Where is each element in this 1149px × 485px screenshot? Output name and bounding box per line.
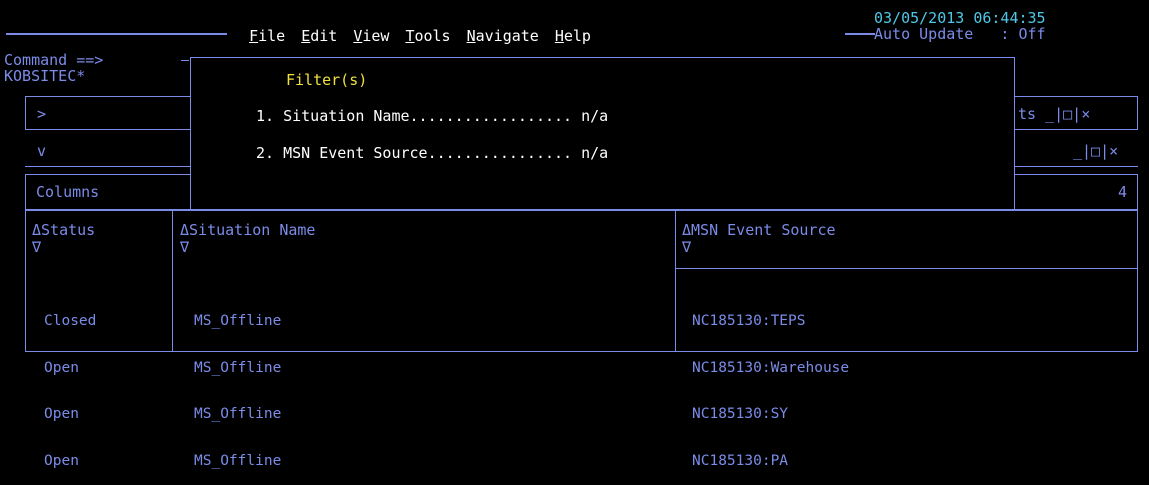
col-header-situation[interactable]: ΔSituation Name ∇ (180, 222, 315, 256)
left-panel-top (25, 96, 191, 130)
auto-update-status[interactable]: Auto Update : Off (874, 25, 1046, 43)
table-row[interactable]: NC185130:Warehouse (692, 360, 849, 377)
col-header-status[interactable]: ΔStatus ∇ (32, 222, 95, 256)
menu-bar: File Edit View Tools Navigate Help (231, 9, 591, 45)
menu-view[interactable]: View (353, 27, 389, 45)
menu-edit[interactable]: Edit (301, 27, 337, 45)
col-header-source[interactable]: ΔMSN Event Source ∇ (682, 222, 836, 256)
source-column: NC185130:TEPS NC185130:Warehouse NC18513… (692, 283, 849, 485)
left-panel-divider (25, 166, 191, 167)
filter-item-number: 2. (256, 144, 275, 162)
header-left-rule (6, 33, 227, 35)
filter-item-number: 1. (256, 107, 275, 125)
table-row[interactable]: Closed (44, 313, 96, 330)
menu-navigate[interactable]: Navigate (467, 27, 539, 45)
table-row[interactable]: MS_Offline (194, 313, 281, 330)
menu-help[interactable]: Help (555, 27, 591, 45)
table-row[interactable]: MS_Offline (194, 360, 281, 377)
right-window-controls-1[interactable]: ts _|□|× (1018, 105, 1090, 123)
table-row[interactable]: NC185130:PA (692, 453, 849, 470)
right-window-controls-2[interactable]: _|□|× (1073, 142, 1118, 160)
table-row[interactable]: Open (44, 406, 96, 423)
expand-arrow[interactable]: > (37, 105, 46, 123)
table-col-divider-1 (172, 210, 173, 352)
right-panel-side (1137, 96, 1138, 130)
status-column: Closed Open Open Open (44, 283, 96, 485)
popup-title: Filter(s) (286, 71, 368, 89)
filter-item-1[interactable]: 1. Situation Name.................. n/a (256, 107, 608, 125)
system-name: KOBSITEC* (4, 67, 86, 85)
table-row[interactable]: Open (44, 360, 96, 377)
table-row[interactable]: Open (44, 453, 96, 470)
columns-label[interactable]: Columns (36, 183, 99, 201)
table-row[interactable]: NC185130:SY (692, 406, 849, 423)
filter-item-2[interactable]: 2. MSN Event Source................ n/a (256, 144, 608, 162)
filter-item-value: n/a (581, 107, 609, 125)
table-row[interactable]: MS_Offline (194, 453, 281, 470)
menu-file[interactable]: File (249, 27, 285, 45)
right-panel-top-rule (1014, 96, 1138, 97)
header-right-rule (845, 33, 875, 35)
table-header-rule (675, 268, 1138, 269)
command-line-rule (181, 60, 189, 61)
situation-column: MS_Offline MS_Offline MS_Offline MS_Offl… (194, 283, 281, 485)
table-col-divider-2 (675, 210, 676, 352)
filter-item-label: MSN Event Source................ (283, 144, 573, 162)
right-panel-bottom-rule (1014, 129, 1138, 130)
table-row[interactable]: NC185130:TEPS (692, 313, 849, 330)
filter-item-label: Situation Name.................. (283, 107, 573, 125)
right-panel2-bottom-rule (1014, 166, 1138, 167)
row-count: 4 (1118, 183, 1128, 201)
table-row[interactable]: MS_Offline (194, 406, 281, 423)
filter-item-value: n/a (581, 144, 609, 162)
menu-tools[interactable]: Tools (405, 27, 450, 45)
collapse-arrow[interactable]: v (37, 142, 46, 160)
